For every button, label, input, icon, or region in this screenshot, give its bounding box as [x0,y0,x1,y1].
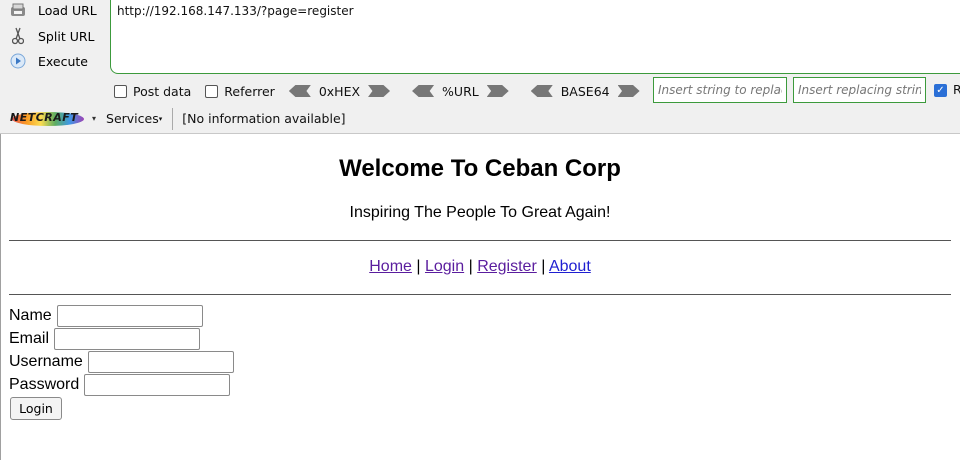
referrer-checkbox[interactable]: Referrer [205,84,275,99]
services-label: Services [106,111,159,126]
base64-decode-arrow-icon[interactable] [530,85,553,97]
base64-label: BASE64 [560,83,610,99]
base64-encoder: BASE64 [530,83,640,99]
nav-link-login[interactable]: Login [425,258,464,275]
url-decode-arrow-icon[interactable] [412,85,435,97]
nav-separator: | [541,258,546,275]
netcraft-logo-text: NETCRAFT [10,110,79,124]
url-textarea[interactable]: http://192.168.147.133/?page=register [110,0,960,74]
post-data-label: Post data [133,83,192,99]
services-caret-icon: ▾ [158,115,163,123]
hex-encode-arrow-icon[interactable] [368,85,391,97]
page-tagline: Inspiring The People To Great Again! [349,204,611,221]
page-title: Welcome To Ceban Corp [339,155,621,182]
load-url-icon [8,0,28,20]
site-nav: Home | Login | Register | About [9,258,951,276]
name-label: Name [9,306,52,324]
replacing-string-input[interactable] [793,77,926,103]
email-input[interactable] [54,327,201,350]
referrer-label: Referrer [224,83,275,99]
nav-separator: | [468,258,473,275]
password-row: Password [9,373,231,396]
password-input[interactable] [84,373,231,396]
replace-string-input[interactable] [653,77,787,103]
checked-checkbox-icon[interactable]: ✓ [934,84,947,97]
hex-decode-arrow-icon[interactable] [288,85,311,97]
email-row: Email [9,327,201,350]
services-menu[interactable]: Services▾ [106,111,162,126]
netcraft-toolbar: NETCRAFT ▾ Services▾ [No information ava… [0,104,960,134]
url-encode-label: %URL [442,83,479,99]
base64-encode-arrow-icon[interactable] [617,85,640,97]
nav-link-register[interactable]: Register [477,258,537,275]
netcraft-info-text: [No information available] [182,111,346,126]
play-icon [8,51,28,71]
url-encode-arrow-icon[interactable] [486,85,509,97]
execute-label: Execute [38,53,88,69]
content-frame-edge [0,134,1,460]
referrer-checkbox-box[interactable] [205,84,219,98]
load-url-label: Load URL [38,2,97,18]
nav-link-home[interactable]: Home [369,258,412,275]
execute-button[interactable]: Execute [8,49,106,73]
username-input[interactable] [87,350,234,373]
nav-link-about[interactable]: About [549,258,591,275]
post-data-checkbox[interactable]: Post data [114,84,191,99]
hex-label: 0xHEX [318,83,361,99]
name-input[interactable] [56,304,203,327]
username-label: Username [9,352,83,370]
split-url-button[interactable]: Split URL [8,24,106,48]
password-label: Password [9,375,80,393]
scissors-icon [8,26,28,46]
name-row: Name [9,304,203,327]
url-encoder: %URL [412,84,509,99]
bottom-divider [9,294,951,295]
email-label: Email [9,329,50,347]
username-row: Username [9,350,234,373]
post-data-checkbox-box[interactable] [114,84,127,98]
top-divider [9,240,951,241]
load-url-button[interactable]: Load URL [8,0,106,22]
netcraft-dropdown-icon[interactable]: ▾ [92,114,96,123]
netcraft-logo[interactable]: NETCRAFT [10,109,84,129]
truncated-option-label: R [953,82,960,97]
nav-separator: | [416,258,421,275]
netcraft-divider [172,107,174,130]
login-button[interactable]: Login [10,397,62,420]
hex-encoder: 0xHEX [288,83,391,99]
hackbar-toolbar: Load URL Split URL Execute http://192.16… [0,0,960,104]
split-url-label: Split URL [38,28,95,44]
